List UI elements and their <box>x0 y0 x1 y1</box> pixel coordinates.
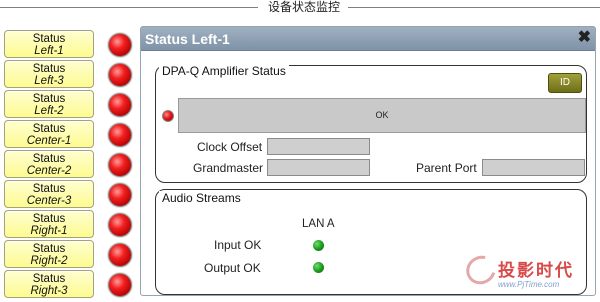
amplifier-status-bar: OK <box>178 98 586 133</box>
status-row: Status Right-1 <box>4 210 140 240</box>
status-row: Status Right-3 <box>4 270 140 300</box>
status-button-label: Status <box>32 93 66 105</box>
status-row: Status Center-2 <box>4 150 140 180</box>
status-button-device: Center-3 <box>26 195 72 207</box>
status-led-icon <box>108 183 132 207</box>
status-button-label: Status <box>32 123 66 135</box>
status-button-right-3[interactable]: Status Right-3 <box>4 270 94 298</box>
panel-title: Status Left-1 <box>145 31 230 47</box>
status-led-icon <box>108 243 132 267</box>
status-list: Status Left-1 Status Left-3 Status Left-… <box>4 30 140 300</box>
status-row: Status Left-3 <box>4 60 140 90</box>
status-button-label: Status <box>32 153 66 165</box>
status-button-left-1[interactable]: Status Left-1 <box>4 30 94 58</box>
status-row: Status Left-1 <box>4 30 140 60</box>
status-button-center-2[interactable]: Status Center-2 <box>4 150 94 178</box>
status-button-left-3[interactable]: Status Left-3 <box>4 60 94 88</box>
panel-header: Status Left-1 ✖ <box>141 27 595 51</box>
status-button-label: Status <box>32 63 66 75</box>
window-title: 设备状态监控 <box>267 0 340 14</box>
amplifier-status-led-icon <box>162 110 174 122</box>
input-ok-led-icon <box>313 240 324 251</box>
status-row: Status Right-2 <box>4 240 140 270</box>
status-led-icon <box>108 33 132 57</box>
status-row: Status Center-3 <box>4 180 140 210</box>
parent-port-field <box>482 159 585 176</box>
status-button-center-1[interactable]: Status Center-1 <box>4 120 94 148</box>
status-button-device: Right-3 <box>30 285 68 297</box>
status-led-icon <box>108 93 132 117</box>
amplifier-status-label: DPA-Q Amplifier Status <box>159 64 289 78</box>
status-button-label: Status <box>32 273 66 285</box>
status-button-label: Status <box>32 33 66 45</box>
status-button-device: Right-1 <box>30 225 68 237</box>
lan-a-column-header: LAN A <box>302 218 335 230</box>
watermark-swirl-icon <box>461 250 501 290</box>
parent-port-label: Parent Port <box>416 161 477 175</box>
status-button-label: Status <box>32 213 66 225</box>
grandmaster-label: Grandmaster <box>193 161 264 175</box>
output-ok-led-icon <box>313 262 324 273</box>
output-ok-label: Output OK <box>204 261 261 275</box>
clock-offset-label: Clock Offset <box>197 140 263 154</box>
clock-offset-field <box>267 138 370 155</box>
title-divider-right <box>348 7 600 8</box>
input-ok-label: Input OK <box>214 238 262 252</box>
status-button-label: Status <box>32 243 66 255</box>
audio-streams-label: Audio Streams <box>159 191 244 205</box>
status-button-device: Left-1 <box>34 45 64 57</box>
status-button-label: Status <box>32 183 66 195</box>
title-divider-left <box>0 7 258 8</box>
status-button-right-2[interactable]: Status Right-2 <box>4 240 94 268</box>
status-button-device: Left-2 <box>34 105 64 117</box>
status-button-center-3[interactable]: Status Center-3 <box>4 180 94 208</box>
status-button-left-2[interactable]: Status Left-2 <box>4 90 94 118</box>
watermark-text: 投影时代 <box>498 261 574 280</box>
status-led-icon <box>108 273 132 297</box>
status-button-device: Center-1 <box>26 135 72 147</box>
status-led-icon <box>108 213 132 237</box>
status-row: Status Center-1 <box>4 120 140 150</box>
status-button-device: Left-3 <box>34 75 64 87</box>
status-row: Status Left-2 <box>4 90 140 120</box>
grandmaster-field <box>267 159 370 176</box>
status-button-device: Right-2 <box>30 255 68 267</box>
id-button[interactable]: ID <box>548 73 582 93</box>
status-led-icon <box>108 63 132 87</box>
status-button-right-1[interactable]: Status Right-1 <box>4 210 94 238</box>
watermark-url: www.PjTime.com <box>498 280 560 289</box>
window-title-bar: 设备状态监控 <box>0 0 600 16</box>
watermark-logo: 投影时代 www.PjTime.com <box>461 250 594 298</box>
close-icon[interactable]: ✖ <box>578 29 591 47</box>
status-led-icon <box>108 153 132 177</box>
status-button-device: Center-2 <box>26 165 72 177</box>
status-led-icon <box>108 123 132 147</box>
